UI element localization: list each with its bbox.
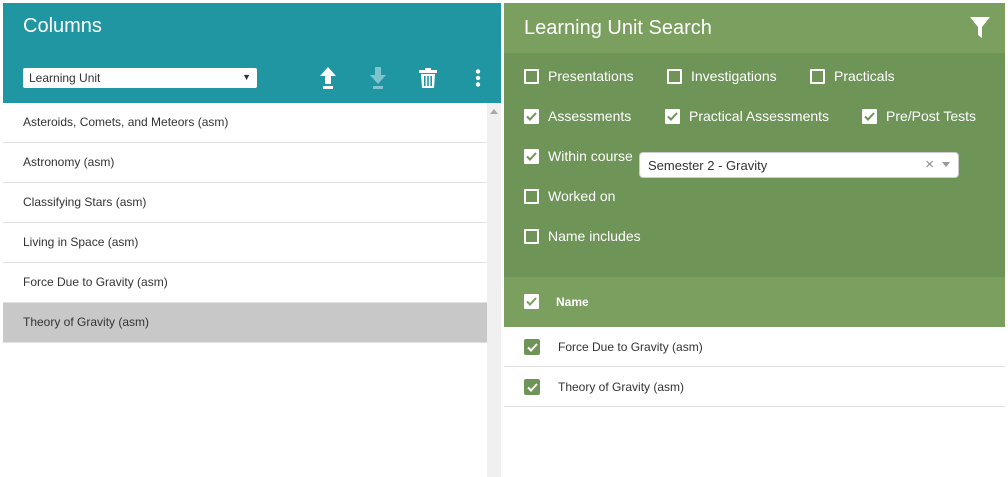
list-item[interactable]: Force Due to Gravity (asm) xyxy=(3,263,487,303)
caret-down-icon: ▼ xyxy=(242,72,251,82)
columns-header: Columns Learning Unit ▼ xyxy=(3,3,501,103)
filter-prepost-tests-label: Pre/Post Tests xyxy=(886,108,977,124)
checkmark-icon xyxy=(526,297,537,306)
delete-button[interactable] xyxy=(415,65,441,91)
clear-icon[interactable]: × xyxy=(925,156,934,173)
checkbox-prepost-tests[interactable] xyxy=(862,108,877,124)
checkbox-presentations[interactable] xyxy=(524,68,539,84)
course-select-value: Semester 2 - Gravity xyxy=(648,158,768,173)
course-select[interactable]: Semester 2 - Gravity × xyxy=(639,152,959,178)
list-item[interactable]: Living in Space (asm) xyxy=(3,223,487,263)
results-header: Name xyxy=(504,277,1005,327)
caret-down-icon[interactable] xyxy=(942,162,950,167)
filter-within-course[interactable]: Within course xyxy=(524,148,633,164)
checkbox-assessments[interactable] xyxy=(524,108,539,124)
search-header: Learning Unit Search xyxy=(504,3,1005,53)
move-up-button[interactable] xyxy=(315,65,341,91)
filter-worked-on-label: Worked on xyxy=(548,188,616,204)
checkmark-icon xyxy=(526,111,537,121)
filter-investigations-label: Investigations xyxy=(691,68,777,84)
move-down-button[interactable] xyxy=(365,65,391,91)
search-panel: Learning Unit Search Presentations Inves… xyxy=(504,3,1005,477)
row-checkbox[interactable] xyxy=(524,379,540,395)
row-name: Theory of Gravity (asm) xyxy=(558,380,685,394)
list-item[interactable]: Classifying Stars (asm) xyxy=(3,183,487,223)
trash-icon xyxy=(419,68,437,88)
checkbox-practical-assessments[interactable] xyxy=(665,108,680,124)
list-item[interactable]: Astronomy (asm) xyxy=(3,143,487,183)
table-row[interactable]: Force Due to Gravity (asm) xyxy=(504,327,1005,367)
checkbox-worked-on[interactable] xyxy=(524,188,539,204)
row-name: Force Due to Gravity (asm) xyxy=(558,340,703,354)
columns-panel: Columns Learning Unit ▼ Asteroids, Comet… xyxy=(3,3,501,477)
scroll-up-icon[interactable] xyxy=(490,109,498,114)
checkmark-icon xyxy=(526,342,538,352)
filter-presentations-label: Presentations xyxy=(548,68,634,84)
filter-icon xyxy=(970,17,990,38)
filter-worked-on[interactable]: Worked on xyxy=(524,188,615,204)
filter-presentations[interactable]: Presentations xyxy=(524,68,634,84)
more-vert-icon xyxy=(475,69,481,87)
scrollbar[interactable] xyxy=(487,103,501,477)
checkmark-icon xyxy=(526,151,537,161)
checkmark-icon xyxy=(526,382,538,392)
search-title: Learning Unit Search xyxy=(524,17,712,39)
columns-title: Columns xyxy=(23,15,102,37)
checkmark-icon xyxy=(864,111,875,121)
checkmark-icon xyxy=(667,111,678,121)
name-column-header[interactable]: Name xyxy=(556,295,589,309)
move-up-icon xyxy=(320,67,336,89)
filter-investigations[interactable]: Investigations xyxy=(667,68,777,84)
learning-unit-select[interactable]: Learning Unit ▼ xyxy=(23,68,257,88)
list-item-selected[interactable]: Theory of Gravity (asm) xyxy=(3,303,487,343)
select-all-checkbox[interactable] xyxy=(524,294,539,309)
filter-practicals[interactable]: Practicals xyxy=(810,68,895,84)
filter-assessments-label: Assessments xyxy=(548,108,632,124)
filter-name-includes-label: Name includes xyxy=(548,228,641,244)
filter-assessments[interactable]: Assessments xyxy=(524,108,631,124)
row-checkbox[interactable] xyxy=(524,339,540,355)
filter-practical-assessments[interactable]: Practical Assessments xyxy=(665,108,829,124)
learning-unit-select-value: Learning Unit xyxy=(29,71,101,85)
filter-name-includes[interactable]: Name includes xyxy=(524,228,641,244)
columns-list: Asteroids, Comets, and Meteors (asm) Ast… xyxy=(3,103,487,477)
filter-within-course-label: Within course xyxy=(548,148,633,164)
checkbox-investigations[interactable] xyxy=(667,68,682,84)
more-options-button[interactable] xyxy=(465,65,491,91)
checkbox-within-course[interactable] xyxy=(524,148,539,164)
list-item[interactable]: Asteroids, Comets, and Meteors (asm) xyxy=(3,103,487,143)
move-down-icon xyxy=(370,67,386,89)
checkbox-practicals[interactable] xyxy=(810,68,825,84)
filter-options: Presentations Investigations Practicals … xyxy=(504,53,1005,277)
filter-practicals-label: Practicals xyxy=(834,68,895,84)
filter-practical-assessments-label: Practical Assessments xyxy=(689,108,830,124)
checkbox-name-includes[interactable] xyxy=(524,228,539,244)
filter-button[interactable] xyxy=(970,17,990,43)
filter-prepost-tests[interactable]: Pre/Post Tests xyxy=(862,108,976,124)
table-row[interactable]: Theory of Gravity (asm) xyxy=(504,367,1005,407)
